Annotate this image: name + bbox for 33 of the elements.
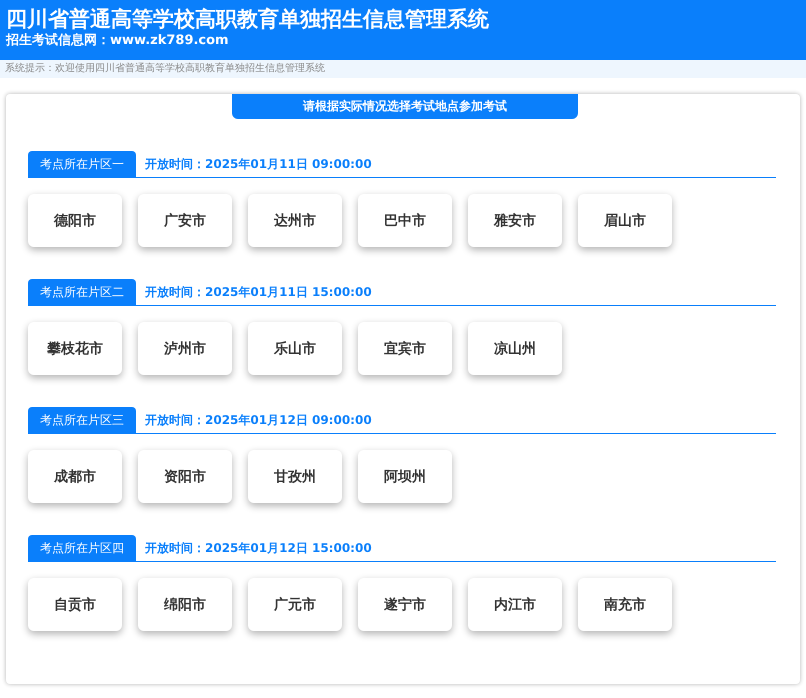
- city-button[interactable]: 攀枝花市: [28, 322, 122, 375]
- city-button[interactable]: 德阳市: [28, 194, 122, 247]
- city-button[interactable]: 绵阳市: [138, 578, 232, 631]
- city-button[interactable]: 甘孜州: [248, 450, 342, 503]
- city-button[interactable]: 雅安市: [468, 194, 562, 247]
- region-tag: 考点所在片区三: [28, 407, 136, 433]
- system-title: 四川省普通高等学校高职教育单独招生信息管理系统: [6, 6, 490, 32]
- city-button[interactable]: 乐山市: [248, 322, 342, 375]
- open-time: 开放时间：2025年01月12日 09:00:00: [145, 412, 372, 429]
- open-time: 开放时间：2025年01月11日 15:00:00: [145, 284, 372, 301]
- city-button[interactable]: 遂宁市: [358, 578, 452, 631]
- city-button[interactable]: 资阳市: [138, 450, 232, 503]
- city-button[interactable]: 成都市: [28, 450, 122, 503]
- city-button[interactable]: 宜宾市: [358, 322, 452, 375]
- city-button[interactable]: 南充市: [578, 578, 672, 631]
- open-time: 开放时间：2025年01月11日 09:00:00: [145, 156, 372, 173]
- city-button[interactable]: 广元市: [248, 578, 342, 631]
- open-time: 开放时间：2025年01月12日 15:00:00: [145, 540, 372, 557]
- city-button[interactable]: 达州市: [248, 194, 342, 247]
- city-button[interactable]: 自贡市: [28, 578, 122, 631]
- region-tag: 考点所在片区四: [28, 535, 136, 561]
- city-button[interactable]: 眉山市: [578, 194, 672, 247]
- region-tag: 考点所在片区二: [28, 279, 136, 305]
- city-button[interactable]: 泸州市: [138, 322, 232, 375]
- city-button[interactable]: 阿坝州: [358, 450, 452, 503]
- city-button[interactable]: 广安市: [138, 194, 232, 247]
- city-button[interactable]: 巴中市: [358, 194, 452, 247]
- system-notice: 系统提示：欢迎使用四川省普通高等学校高职教育单独招生信息管理系统: [0, 60, 806, 78]
- instruction-banner: 请根据实际情况选择考试地点参加考试: [232, 94, 578, 119]
- city-button[interactable]: 内江市: [468, 578, 562, 631]
- site-subtitle: 招生考试信息网：www.zk789.com: [6, 32, 230, 50]
- city-button[interactable]: 凉山州: [468, 322, 562, 375]
- region-tag: 考点所在片区一: [28, 151, 136, 177]
